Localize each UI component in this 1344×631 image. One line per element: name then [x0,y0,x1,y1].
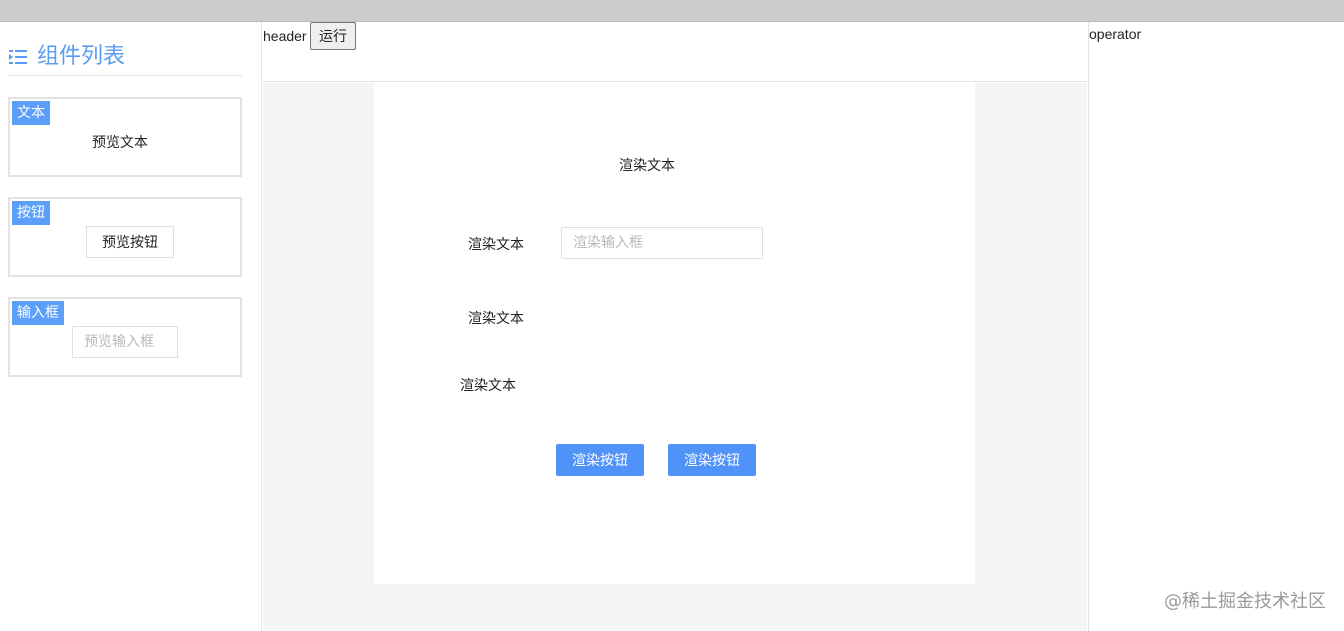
sidebar-title: 组件列表 [37,44,126,69]
render-button-1[interactable]: 渲染按钮 [556,444,644,476]
component-tag: 输入框 [12,301,64,325]
operator-label: operator [1089,26,1142,42]
preview-text: 预览文本 [92,135,148,151]
header-label: header [263,28,307,44]
component-card-button[interactable]: 预览按钮 按钮 [8,197,242,277]
preview-button[interactable]: 预览按钮 [86,226,174,258]
sidebar-header: 组件列表 [8,44,242,76]
render-button-2[interactable]: 渲染按钮 [668,444,756,476]
component-sidebar: 组件列表 预览文本 文本 预览按钮 按钮 输入框 [0,22,262,631]
operator-panel: operator [1088,22,1344,631]
render-text-title[interactable]: 渲染文本 [619,155,675,175]
render-text-row3[interactable]: 渲染文本 [460,375,516,395]
component-card-text[interactable]: 预览文本 文本 [8,97,242,177]
list-indent-icon [9,50,27,64]
preview-input[interactable] [72,326,178,358]
component-tag: 文本 [12,101,50,125]
watermark: @稀土掘金技术社区 [1164,591,1326,612]
component-card-input[interactable]: 输入框 [8,297,242,377]
top-bar [0,0,1344,22]
render-text-row1[interactable]: 渲染文本 [468,234,524,254]
render-input[interactable] [561,227,763,259]
editor-header: header 运行 [263,22,1087,82]
render-canvas[interactable]: 渲染文本 渲染文本 渲染文本 渲染文本 渲染按钮 渲染按钮 [374,83,975,584]
run-button[interactable]: 运行 [310,22,356,50]
render-text-row2[interactable]: 渲染文本 [468,308,524,328]
component-tag: 按钮 [12,201,50,225]
